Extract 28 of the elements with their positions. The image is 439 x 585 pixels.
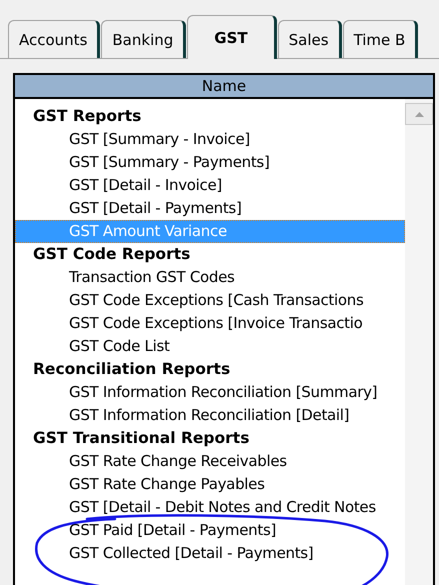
report-item[interactable]: GST Information Reconciliation [Summary] bbox=[15, 381, 405, 404]
column-header[interactable]: Name bbox=[15, 75, 433, 99]
report-item[interactable]: GST Code List bbox=[15, 335, 405, 358]
report-item[interactable]: GST Information Reconciliation [Detail] bbox=[15, 404, 405, 427]
report-item[interactable]: GST Collected [Detail - Payments] bbox=[15, 542, 405, 565]
report-item[interactable]: GST Rate Change Receivables bbox=[15, 450, 405, 473]
scrollbar[interactable] bbox=[405, 99, 433, 585]
report-item[interactable]: GST Paid [Detail - Payments] bbox=[15, 519, 405, 542]
group-heading[interactable]: GST Reports bbox=[15, 105, 405, 128]
group-heading[interactable]: Reconciliation Reports bbox=[15, 358, 405, 381]
report-item[interactable]: GST [Detail - Invoice] bbox=[15, 174, 405, 197]
group-heading[interactable]: GST Code Reports bbox=[15, 243, 405, 266]
tab[interactable]: Accounts bbox=[8, 20, 100, 58]
tab[interactable]: Time B bbox=[342, 20, 418, 58]
report-item[interactable]: GST [Detail - Payments] bbox=[15, 197, 405, 220]
up-arrow-icon bbox=[414, 112, 424, 116]
report-item[interactable]: GST Code Exceptions [Cash Transactions bbox=[15, 289, 405, 312]
tab[interactable]: Banking bbox=[101, 20, 186, 58]
report-item[interactable]: GST Code Exceptions [Invoice Transactio bbox=[15, 312, 405, 335]
report-item[interactable]: GST [Summary - Payments] bbox=[15, 151, 405, 174]
report-item[interactable]: GST [Summary - Invoice] bbox=[15, 128, 405, 151]
scroll-up-button[interactable] bbox=[405, 103, 433, 125]
group-heading[interactable]: GST Transitional Reports bbox=[15, 427, 405, 450]
tab[interactable]: GST bbox=[187, 15, 277, 59]
report-item[interactable]: GST [Detail - Debit Notes and Credit Notes bbox=[15, 496, 405, 519]
report-item[interactable]: GST Rate Change Payables bbox=[15, 473, 405, 496]
tab[interactable]: Sales bbox=[278, 20, 342, 58]
report-item[interactable]: Transaction GST Codes bbox=[15, 266, 405, 289]
